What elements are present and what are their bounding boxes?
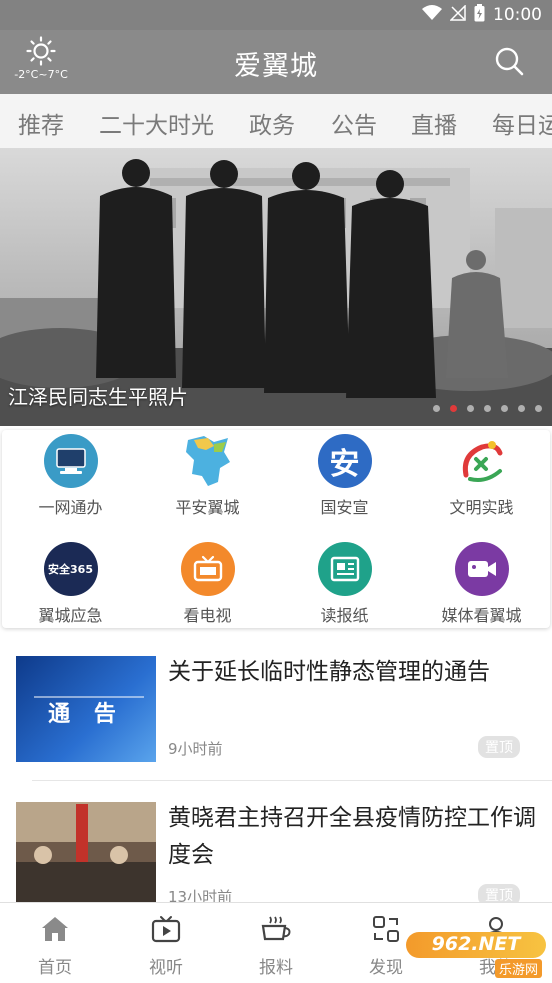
video-camera-icon — [454, 542, 509, 596]
status-bar: 10:00 — [0, 0, 552, 30]
tv-icon — [180, 542, 235, 596]
home-icon — [40, 917, 70, 947]
news-time: 9小时前 — [168, 740, 223, 758]
news-thumbnail — [16, 802, 156, 908]
shortcut-label: 文明实践 — [449, 498, 514, 517]
shortcut-label: 国安宣 — [320, 498, 369, 517]
shortcut-label: 读报纸 — [320, 606, 369, 625]
search-button[interactable] — [494, 46, 524, 80]
carousel-indicator — [433, 405, 542, 412]
carousel-dot[interactable] — [501, 405, 508, 412]
shortcut-label: 媒体看翼城 — [441, 606, 522, 625]
civilization-logo-icon — [455, 434, 509, 488]
shortcut-read-newspaper[interactable]: 读报纸 — [276, 542, 413, 626]
banner-caption: 江泽民同志生平照片 — [8, 385, 188, 409]
nav-report[interactable]: 报料 — [236, 915, 316, 978]
carousel-dot[interactable] — [535, 405, 542, 412]
shortcut-label: 翼城应急 — [38, 606, 103, 625]
nav-audiovisual[interactable]: 视听 — [126, 915, 206, 978]
clock: 10:00 — [493, 5, 542, 25]
news-title: 黄晓君主持召开全县疫情防控工作调度会 — [168, 805, 536, 868]
discover-icon — [372, 916, 400, 947]
safety-365-icon: 安全365 — [43, 542, 98, 596]
coffee-cup-icon — [260, 916, 292, 947]
shortcut-label: 一网通办 — [38, 498, 103, 517]
tab-twentieth-congress[interactable]: 二十大时光 — [99, 106, 214, 140]
site-watermark: 962.NET 乐游网 — [406, 932, 546, 978]
divider — [32, 780, 552, 781]
an-character-icon: 安 — [317, 434, 372, 488]
app-title: 爱翼城 — [234, 51, 318, 82]
tab-live[interactable]: 直播 — [411, 106, 457, 140]
newspaper-icon — [317, 542, 372, 596]
carousel-dot[interactable] — [467, 405, 474, 412]
carousel-dot[interactable] — [433, 405, 440, 412]
tab-recommend[interactable]: 推荐 — [18, 106, 64, 140]
channel-tabs: 推荐 二十大时光 政务 公告 直播 每日运 — [0, 94, 552, 148]
tab-daily[interactable]: 每日运 — [492, 106, 552, 140]
shortcut-media-yicheng[interactable]: 媒体看翼城 — [413, 542, 550, 626]
tv-play-icon — [151, 916, 181, 947]
shortcut-label: 平安翼城 — [175, 498, 240, 517]
news-thumbnail: 通 告 — [16, 656, 156, 762]
nav-label: 视听 — [149, 958, 183, 978]
shortcut-label: 看电视 — [183, 606, 232, 625]
carousel-dot[interactable] — [518, 405, 525, 412]
pinned-badge: 置顶 — [478, 736, 520, 758]
nav-label: 首页 — [38, 958, 72, 978]
carousel-dot[interactable] — [484, 405, 491, 412]
shortcut-national-security[interactable]: 安 国安宣 — [276, 434, 413, 518]
signal-off-icon — [449, 4, 466, 25]
carousel-dot[interactable] — [450, 405, 457, 412]
wifi-icon — [422, 5, 442, 25]
shortcut-safe-yicheng[interactable]: 平安翼城 — [139, 434, 276, 518]
shortcut-one-network[interactable]: 一网通办 — [2, 434, 139, 518]
shortcut-watch-tv[interactable]: 看电视 — [139, 542, 276, 626]
app-header: -2°C~7°C 爱翼城 — [0, 30, 552, 94]
news-title: 关于延长临时性静态管理的通告 — [168, 659, 490, 685]
shortcut-civilization-practice[interactable]: 文明实践 — [413, 434, 550, 518]
shortcut-grid: 一网通办 平安翼城 安 国安宣 文明实践 安全365 翼城应急 看电视 读报纸 … — [2, 430, 550, 628]
nav-home[interactable]: 首页 — [15, 915, 95, 978]
search-icon — [494, 47, 524, 80]
battery-charging-icon — [474, 4, 485, 26]
tab-government[interactable]: 政务 — [249, 106, 295, 140]
tab-announcements[interactable]: 公告 — [331, 106, 377, 140]
nav-label: 报料 — [259, 958, 293, 978]
news-item[interactable]: 通 告 关于延长临时性静态管理的通告 9小时前 置顶 — [16, 640, 552, 781]
map-icon — [181, 434, 235, 488]
computer-icon — [43, 434, 98, 488]
shortcut-emergency[interactable]: 安全365 翼城应急 — [2, 542, 139, 626]
banner-carousel[interactable]: 江泽民同志生平照片 — [0, 148, 552, 426]
